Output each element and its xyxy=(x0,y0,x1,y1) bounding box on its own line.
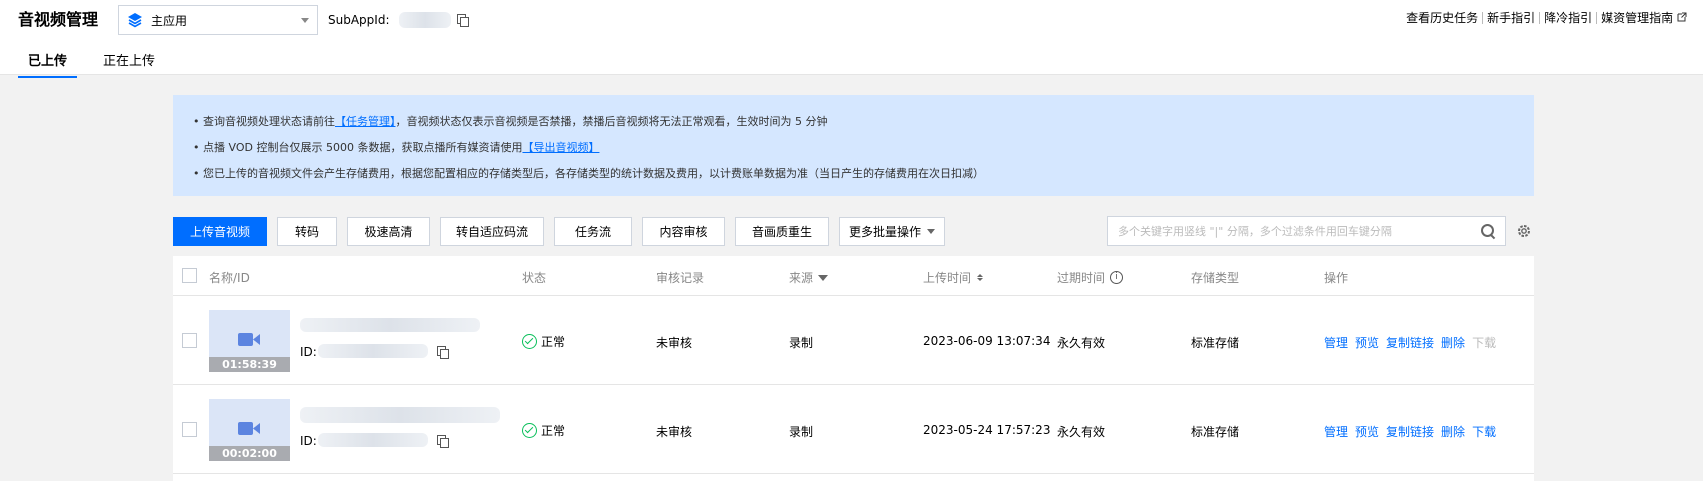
subappid: SubAppId: xyxy=(328,12,470,28)
upload-button[interactable]: 上传音视频 xyxy=(173,216,267,246)
source: 录制 xyxy=(789,336,814,350)
table-row: 00:02:00 ID: 正常 未审核 录制 2023-05-24 17:57:… xyxy=(173,385,1534,474)
expire-time: 永久有效 xyxy=(1057,425,1106,439)
fast-hd-button[interactable]: 极速高清 xyxy=(347,216,430,246)
page-title: 音视频管理 xyxy=(18,10,99,29)
link-cooling-guide[interactable]: 降冷指引 xyxy=(1539,12,1596,24)
col-source[interactable]: 来源 xyxy=(789,269,829,286)
upload-time: 2023-06-09 13:07:34 xyxy=(923,334,1051,348)
notice-line: 点播 VOD 控制台仅展示 5000 条数据，获取点播所有媒资请使用【导出音视频… xyxy=(193,135,1514,161)
manage-link[interactable]: 管理 xyxy=(1324,425,1348,439)
upload-time: 2023-05-24 17:57:23 xyxy=(923,423,1051,437)
video-thumbnail[interactable]: 01:58:39 xyxy=(209,310,290,372)
col-audit: 审核记录 xyxy=(656,271,705,285)
info-icon[interactable]: i xyxy=(1110,271,1124,284)
video-name-redacted[interactable] xyxy=(300,318,480,332)
download-link: 下载 xyxy=(1472,336,1497,350)
col-status: 状态 xyxy=(522,271,547,285)
subappid-value-redacted xyxy=(399,12,452,28)
table-row: 01:58:39 ID: 正常 未审核 录制 2023-06-09 13:07:… xyxy=(173,296,1534,385)
content-review-button[interactable]: 内容审核 xyxy=(642,216,725,246)
link-history-tasks[interactable]: 查看历史任务 xyxy=(1402,12,1482,24)
subappid-label: SubAppId: xyxy=(328,13,390,27)
link-media-guide[interactable]: 媒资管理指南 xyxy=(1596,12,1691,24)
chevron-down-icon xyxy=(927,228,935,234)
top-links: 查看历史任务 新手指引 降冷指引 媒资管理指南 xyxy=(1402,12,1691,24)
status-badge: 正常 xyxy=(522,422,565,439)
search-icon[interactable] xyxy=(1481,224,1495,238)
table-header: 名称/ID 状态 审核记录 来源 上传时间 过期时间 i 存储类型 操作 xyxy=(173,256,1534,296)
status-badge: 正常 xyxy=(522,333,565,350)
preview-link[interactable]: 预览 xyxy=(1355,425,1379,439)
delete-link[interactable]: 删除 xyxy=(1441,425,1465,439)
col-storage: 存储类型 xyxy=(1191,271,1240,285)
search-placeholder: 多个关键字用竖线 "|" 分隔，多个过滤条件用回车键分隔 xyxy=(1118,225,1392,238)
check-circle-icon xyxy=(522,334,537,349)
video-camera-icon xyxy=(238,333,260,346)
row-actions: 管理 预览 复制链接 删除 下载 xyxy=(1324,423,1503,440)
storage-type: 标准存储 xyxy=(1191,425,1240,439)
export-media-link[interactable]: 【导出音视频】 xyxy=(522,141,599,154)
copy-link[interactable]: 复制链接 xyxy=(1386,336,1434,350)
col-ops: 操作 xyxy=(1324,271,1349,285)
storage-type: 标准存储 xyxy=(1191,336,1240,350)
manage-link[interactable]: 管理 xyxy=(1324,336,1348,350)
task-flow-button[interactable]: 任务流 xyxy=(554,216,632,246)
tab-uploading[interactable]: 正在上传 xyxy=(93,50,165,78)
more-batch-button[interactable]: 更多批量操作 xyxy=(839,216,945,246)
app-select-value: 主应用 xyxy=(151,13,188,28)
video-camera-icon xyxy=(238,422,260,435)
transcode-button[interactable]: 转码 xyxy=(277,216,337,246)
video-id-redacted xyxy=(318,344,428,358)
media-table: 名称/ID 状态 审核记录 来源 上传时间 过期时间 i 存储类型 操作 01:5… xyxy=(173,256,1534,481)
external-link-icon xyxy=(1677,12,1687,22)
sort-icon[interactable] xyxy=(977,274,984,281)
copy-icon[interactable] xyxy=(437,346,449,359)
select-all-checkbox[interactable] xyxy=(182,268,197,283)
notice-line: 查询音视频处理状态请前往【任务管理】，音视频状态仅表示音视频是否禁播，禁播后音视… xyxy=(193,109,1514,135)
search-input[interactable]: 多个关键字用竖线 "|" 分隔，多个过滤条件用回车键分隔 xyxy=(1107,216,1506,246)
delete-link[interactable]: 删除 xyxy=(1441,336,1465,350)
quality-rebirth-button[interactable]: 音画质重生 xyxy=(735,216,829,246)
gear-icon[interactable] xyxy=(1516,223,1532,239)
toolbar: 上传音视频 转码 极速高清 转自适应码流 任务流 内容审核 音画质重生 更多批量… xyxy=(173,216,1534,246)
video-id-label: ID: xyxy=(300,345,317,359)
adaptive-stream-button[interactable]: 转自适应码流 xyxy=(440,216,544,246)
row-checkbox[interactable] xyxy=(182,422,197,437)
notice-line: 您已上传的音视频文件会产生存储费用，根据您配置相应的存储类型后，各存储类型的统计… xyxy=(193,161,1514,187)
tab-uploaded[interactable]: 已上传 xyxy=(18,50,78,78)
expire-time: 永久有效 xyxy=(1057,336,1106,350)
video-name-redacted[interactable] xyxy=(300,407,500,423)
notice-panel: 查询音视频处理状态请前往【任务管理】，音视频状态仅表示音视频是否禁播，禁播后音视… xyxy=(173,95,1534,196)
layers-icon xyxy=(128,13,142,28)
col-name: 名称/ID xyxy=(209,271,250,285)
chevron-down-icon xyxy=(301,17,309,23)
video-thumbnail[interactable]: 00:02:00 xyxy=(209,399,290,461)
download-link[interactable]: 下载 xyxy=(1472,425,1496,439)
video-duration: 00:02:00 xyxy=(209,446,290,461)
copy-icon[interactable] xyxy=(437,435,449,448)
video-id-label: ID: xyxy=(300,434,317,448)
copy-link[interactable]: 复制链接 xyxy=(1386,425,1434,439)
source: 录制 xyxy=(789,425,814,439)
copy-icon[interactable] xyxy=(457,14,470,27)
task-manage-link[interactable]: 【任务管理】 xyxy=(335,115,396,128)
video-duration: 01:58:39 xyxy=(209,357,290,372)
col-expire: 过期时间 i xyxy=(1057,269,1124,286)
row-actions: 管理 预览 复制链接 删除 下载 xyxy=(1324,334,1503,351)
top-bar: 音视频管理 主应用 SubAppId: 查看历史任务 新手指引 降冷指引 媒资管… xyxy=(0,0,1703,78)
video-id-redacted xyxy=(318,433,428,447)
row-checkbox[interactable] xyxy=(182,333,197,348)
tabs: 已上传 正在上传 xyxy=(18,50,181,78)
filter-icon[interactable] xyxy=(818,274,829,281)
preview-link[interactable]: 预览 xyxy=(1355,336,1379,350)
audit-record: 未审核 xyxy=(656,425,693,439)
link-beginner-guide[interactable]: 新手指引 xyxy=(1482,12,1539,24)
check-circle-icon xyxy=(522,423,537,438)
col-upload-time[interactable]: 上传时间 xyxy=(923,269,984,286)
app-select[interactable]: 主应用 xyxy=(118,5,318,35)
audit-record: 未审核 xyxy=(656,336,693,350)
